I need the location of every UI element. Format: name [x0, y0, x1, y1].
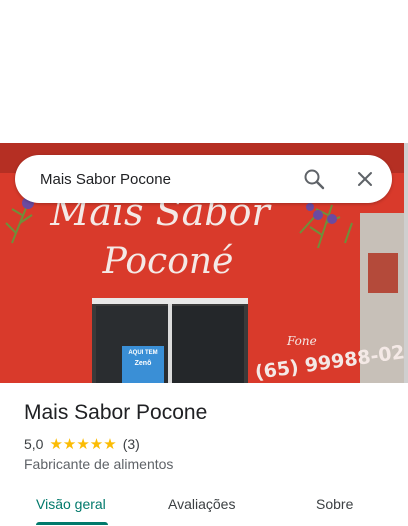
photo-scrollbar[interactable] — [404, 143, 408, 383]
review-count[interactable]: (3) — [123, 436, 140, 452]
rating-row[interactable]: 5,0 ★★★★★ (3) — [24, 435, 140, 453]
phone-label: Fone — [286, 334, 317, 348]
poster-line1: AQUI TEM — [128, 350, 157, 356]
search-box[interactable] — [15, 155, 392, 203]
search-icon[interactable] — [301, 166, 327, 192]
active-tab-indicator — [36, 522, 108, 525]
search-input[interactable] — [40, 167, 290, 191]
tab-overview[interactable]: Visão geral — [36, 496, 106, 512]
place-category[interactable]: Fabricante de alimentos — [24, 456, 173, 472]
top-blank-area — [0, 0, 408, 143]
rating-value: 5,0 — [24, 436, 44, 452]
close-icon[interactable] — [352, 166, 378, 192]
tab-about[interactable]: Sobre — [316, 496, 353, 512]
tab-reviews[interactable]: Avaliações — [168, 496, 235, 512]
star-rating-icon: ★★★★★ — [49, 436, 117, 453]
place-name: Mais Sabor Pocone — [24, 401, 208, 424]
poster-line2: Zenô — [135, 360, 152, 367]
tab-bar: Visão geral Avaliações Sobre — [0, 486, 408, 526]
sign-line2: Poconé — [102, 241, 234, 282]
